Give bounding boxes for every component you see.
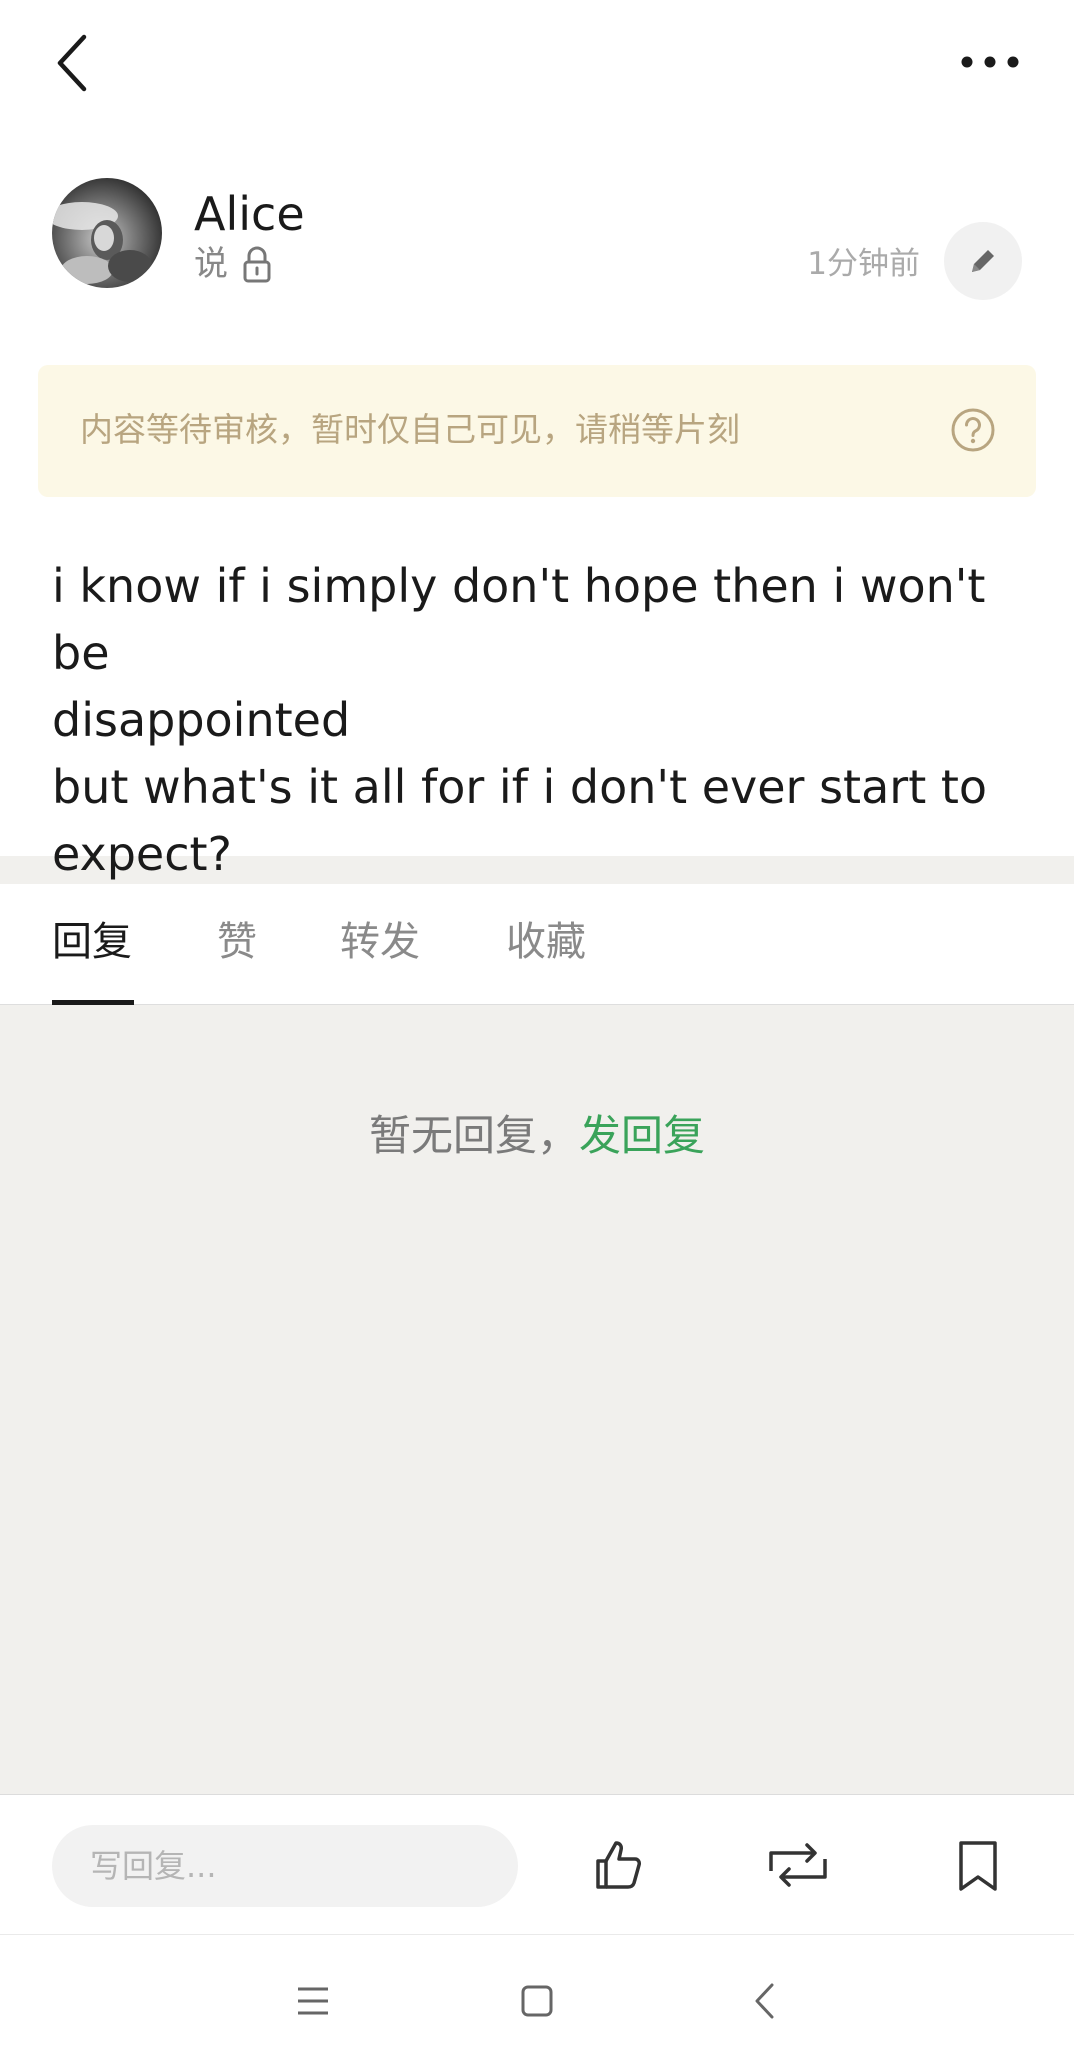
post-verb: 说: [194, 244, 228, 284]
post-line: i know if i simply don't hope then i won…: [52, 559, 986, 680]
post-detail-screen: Alice 说 1分钟前 内容等待审核，暂时仅自己可见，请稍等片刻 i know…: [0, 0, 1074, 2065]
lock-icon: [243, 246, 271, 283]
empty-replies-message: 暂无回复，发回复: [0, 1108, 1074, 1164]
recent-apps-button[interactable]: [283, 1975, 343, 2027]
review-notice-text: 内容等待审核，暂时仅自己可见，请稍等片刻: [80, 410, 740, 449]
more-options-button[interactable]: [950, 34, 1030, 90]
active-tab-indicator: [52, 1000, 134, 1005]
like-button[interactable]: [582, 1829, 654, 1901]
post-line: but what's it all for if i don't ever st…: [52, 760, 988, 814]
more-horizontal-icon: [961, 56, 1019, 68]
tab-likes[interactable]: 赞: [217, 914, 257, 970]
thumbs-up-icon: [596, 1841, 641, 1889]
repost-button[interactable]: [762, 1829, 834, 1901]
menu-icon: [298, 1987, 328, 2015]
author-name[interactable]: Alice: [194, 186, 305, 242]
edit-button[interactable]: [944, 222, 1022, 300]
interaction-tabs: 回复 赞 转发 收藏: [0, 884, 1074, 1005]
bottom-action-bar: [0, 1794, 1074, 1934]
bookmark-button[interactable]: [942, 1829, 1014, 1901]
tab-reposts[interactable]: 转发: [340, 914, 420, 970]
repost-icon: [769, 1843, 827, 1887]
home-icon: [521, 1985, 553, 2017]
back-button[interactable]: [44, 28, 100, 98]
tab-favorites[interactable]: 收藏: [506, 914, 586, 970]
tab-replies[interactable]: 回复: [52, 914, 132, 970]
post-reply-link[interactable]: 发回复: [579, 1111, 705, 1160]
avatar[interactable]: [52, 178, 162, 288]
system-back-button[interactable]: [734, 1975, 794, 2027]
avatar-image: [52, 178, 162, 288]
reply-input[interactable]: [52, 1825, 518, 1907]
bookmark-icon: [959, 1841, 997, 1891]
back-icon: [755, 1983, 774, 2019]
home-button[interactable]: [507, 1975, 567, 2027]
post-timestamp: 1分钟前: [807, 246, 920, 282]
chevron-left-icon: [57, 34, 87, 92]
question-circle-icon[interactable]: [950, 407, 996, 453]
post-line: disappointed: [52, 693, 351, 747]
review-notice-banner: 内容等待审核，暂时仅自己可见，请稍等片刻: [38, 365, 1036, 497]
empty-replies-text: 暂无回复，: [368, 1111, 579, 1160]
pencil-icon: [972, 250, 994, 272]
system-navigation-bar: [0, 1934, 1074, 2065]
post-card: Alice 说 1分钟前 内容等待审核，暂时仅自己可见，请稍等片刻 i know…: [0, 0, 1074, 881]
post-content: i know if i simply don't hope then i won…: [52, 553, 1012, 888]
post-line: expect?: [52, 827, 232, 881]
